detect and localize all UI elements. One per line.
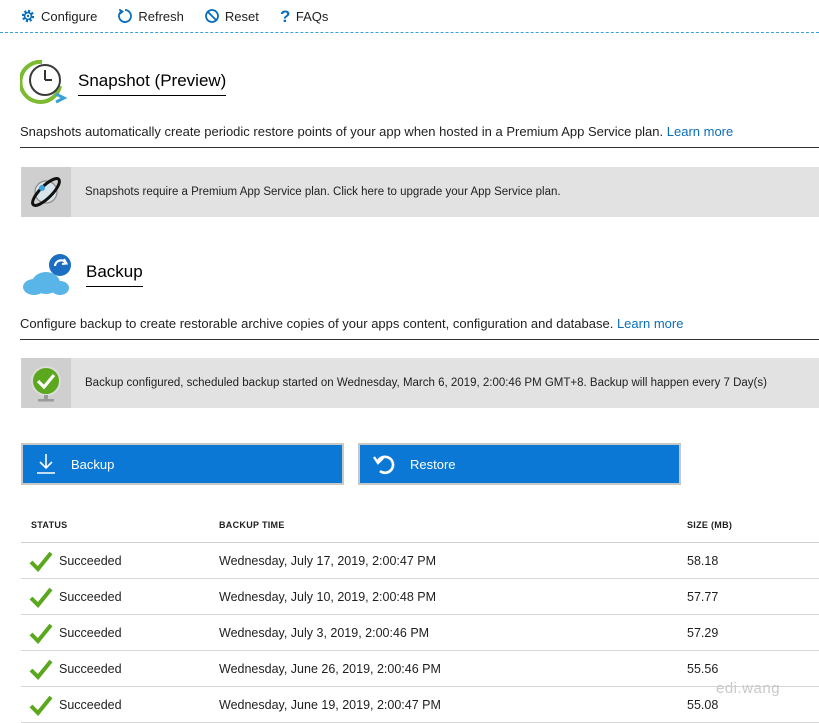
reset-button[interactable]: Reset [204, 8, 259, 24]
cloud-icon [23, 254, 71, 295]
backup-title: Backup [86, 262, 143, 287]
block-icon [205, 9, 219, 23]
checkmark-icon [29, 587, 53, 608]
status-cell: Succeeded [21, 658, 219, 680]
status-text: Succeeded [59, 589, 122, 604]
gear-icon [21, 9, 35, 23]
command-toolbar: Configure Refresh Reset ? FAQs [0, 0, 819, 33]
checkmark-icon [29, 695, 53, 716]
backup-learn-more-link[interactable]: Learn more [617, 316, 683, 331]
question-icon: ? [280, 8, 290, 24]
restore-button[interactable]: Restore [358, 443, 681, 485]
backup-history-table: STATUS BACKUP TIME SIZE (MB) Succeeded W… [21, 508, 819, 723]
status-cell: Succeeded [21, 622, 219, 644]
time-column-header: BACKUP TIME [219, 520, 285, 530]
snapshot-banner-text: Snapshots require a Premium App Service … [85, 186, 561, 198]
status-text: Succeeded [59, 625, 122, 640]
snapshot-upgrade-banner[interactable]: Snapshots require a Premium App Service … [21, 167, 819, 217]
faqs-button[interactable]: ? FAQs [279, 8, 329, 24]
checkmark-icon [29, 551, 53, 572]
snapshot-header: Snapshot (Preview) [20, 58, 227, 108]
table-row[interactable]: Succeeded Wednesday, July 10, 2019, 2:00… [21, 579, 819, 615]
backup-header: Backup [20, 251, 143, 297]
backup-description: Configure backup to create restorable ar… [20, 316, 819, 340]
backup-button-label: Backup [71, 456, 115, 472]
checkmark-icon [29, 659, 53, 680]
faqs-label: FAQs [295, 8, 329, 24]
planet-icon [21, 167, 71, 217]
backup-status-banner: Backup configured, scheduled backup star… [21, 358, 819, 408]
svg-text:?: ? [280, 8, 290, 24]
checkmark-icon [29, 623, 53, 644]
time-cell: Wednesday, July 17, 2019, 2:00:47 PM [219, 553, 437, 568]
size-cell: 57.29 [687, 625, 719, 640]
clock-icon [20, 59, 68, 104]
watermark: edi.wang [716, 680, 781, 697]
table-row[interactable]: Succeeded Wednesday, June 26, 2019, 2:00… [21, 651, 819, 687]
status-cell: Succeeded [21, 694, 219, 716]
time-cell: Wednesday, July 10, 2019, 2:00:48 PM [219, 589, 437, 604]
table-row[interactable]: Succeeded Wednesday, July 3, 2019, 2:00:… [21, 615, 819, 651]
backup-button[interactable]: Backup [21, 443, 344, 485]
table-row[interactable]: Succeeded Wednesday, June 19, 2019, 2:00… [21, 687, 819, 723]
snapshot-description-text: Snapshots automatically create periodic … [20, 124, 664, 139]
restore-icon [373, 455, 395, 475]
reset-label: Reset [224, 8, 259, 24]
size-cell: 57.77 [687, 589, 719, 604]
configure-label: Configure [41, 8, 98, 24]
backup-description-text: Configure backup to create restorable ar… [20, 316, 614, 331]
snapshot-title: Snapshot (Preview) [78, 71, 227, 96]
success-globe-icon [21, 358, 71, 408]
time-cell: Wednesday, June 19, 2019, 2:00:47 PM [219, 697, 441, 712]
status-cell: Succeeded [21, 550, 219, 572]
backup-banner-text: Backup configured, scheduled backup star… [85, 377, 767, 389]
refresh-button[interactable]: Refresh [117, 8, 184, 24]
table-row[interactable]: Succeeded Wednesday, July 17, 2019, 2:00… [21, 543, 819, 579]
snapshot-description: Snapshots automatically create periodic … [20, 124, 819, 148]
size-cell: 58.18 [687, 553, 719, 568]
size-column-header: SIZE (MB) [687, 520, 733, 530]
table-header: STATUS BACKUP TIME SIZE (MB) [21, 508, 819, 543]
time-cell: Wednesday, July 3, 2019, 2:00:46 PM [219, 625, 430, 640]
download-icon [37, 454, 55, 474]
refresh-label: Refresh [138, 8, 184, 24]
status-text: Succeeded [59, 553, 122, 568]
status-cell: Succeeded [21, 586, 219, 608]
configure-button[interactable]: Configure [20, 8, 97, 24]
time-cell: Wednesday, June 26, 2019, 2:00:46 PM [219, 661, 441, 676]
status-text: Succeeded [59, 661, 122, 676]
status-column-header: STATUS [31, 520, 68, 530]
size-cell: 55.56 [687, 661, 719, 676]
restore-button-label: Restore [410, 456, 456, 472]
size-cell: 55.08 [687, 697, 719, 712]
snapshot-learn-more-link[interactable]: Learn more [667, 124, 733, 139]
refresh-icon [118, 8, 133, 23]
status-text: Succeeded [59, 697, 122, 712]
